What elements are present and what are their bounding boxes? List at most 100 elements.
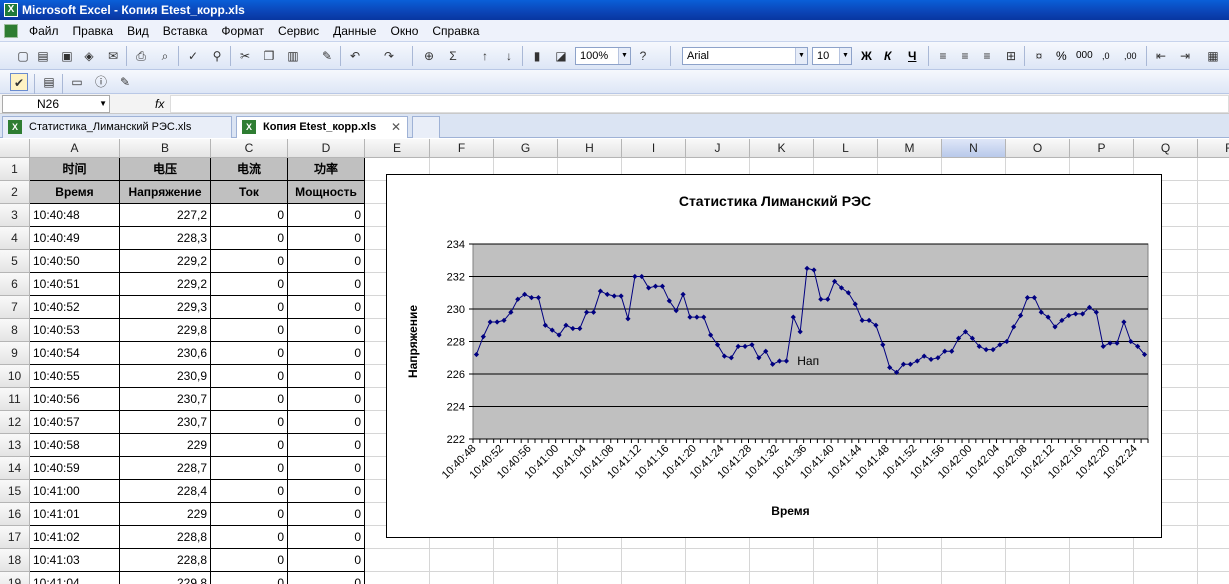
cell-l19[interactable] [814, 572, 878, 584]
row-header-3[interactable]: 3 [0, 204, 30, 227]
cell-a13[interactable]: 10:40:58 [30, 434, 120, 457]
cell-o18[interactable] [1006, 549, 1070, 572]
cell-q19[interactable] [1134, 572, 1198, 584]
align-right-icon[interactable]: ≡ [978, 47, 996, 65]
cell-d5[interactable]: 0 [288, 250, 365, 273]
cell-r7[interactable] [1198, 296, 1229, 319]
sort-ascending-icon[interactable]: ↑ [476, 47, 494, 65]
cell-c3[interactable]: 0 [211, 204, 288, 227]
new-tab-button[interactable] [412, 116, 440, 138]
bold-button[interactable]: Ж [861, 47, 872, 65]
cell-a1[interactable]: 时间 [30, 158, 120, 181]
column-header-n[interactable]: N [942, 139, 1006, 158]
cell-d6[interactable]: 0 [288, 273, 365, 296]
sort-descending-icon[interactable]: ↓ [500, 47, 518, 65]
cell-b13[interactable]: 229 [120, 434, 211, 457]
check-icon[interactable]: ✔ [10, 73, 28, 91]
format-painter-icon[interactable]: ✎ [318, 47, 336, 65]
research-icon[interactable]: ⚲ [208, 47, 226, 65]
cell-b3[interactable]: 227,2 [120, 204, 211, 227]
row-header-15[interactable]: 15 [0, 480, 30, 503]
row-header-9[interactable]: 9 [0, 342, 30, 365]
cell-a11[interactable]: 10:40:56 [30, 388, 120, 411]
column-header-k[interactable]: K [750, 139, 814, 158]
row-header-10[interactable]: 10 [0, 365, 30, 388]
cell-c19[interactable]: 0 [211, 572, 288, 584]
redo-icon[interactable]: ↷ [380, 47, 398, 65]
print-icon[interactable]: ⎙ [132, 47, 150, 65]
row-header-4[interactable]: 4 [0, 227, 30, 250]
help-icon[interactable]: ? [634, 47, 652, 65]
cell-r15[interactable] [1198, 480, 1229, 503]
cell-h18[interactable] [558, 549, 622, 572]
column-header-j[interactable]: J [686, 139, 750, 158]
edit-note-icon[interactable]: ✎ [116, 73, 134, 91]
column-header-l[interactable]: L [814, 139, 878, 158]
cell-b5[interactable]: 229,2 [120, 250, 211, 273]
cell-a3[interactable]: 10:40:48 [30, 204, 120, 227]
menu-tools[interactable]: Сервис [271, 20, 326, 42]
cell-r12[interactable] [1198, 411, 1229, 434]
cell-a10[interactable]: 10:40:55 [30, 365, 120, 388]
cell-a14[interactable]: 10:40:59 [30, 457, 120, 480]
cell-c10[interactable]: 0 [211, 365, 288, 388]
cell-c7[interactable]: 0 [211, 296, 288, 319]
cell-r3[interactable] [1198, 204, 1229, 227]
cell-d16[interactable]: 0 [288, 503, 365, 526]
cell-d3[interactable]: 0 [288, 204, 365, 227]
close-icon[interactable]: ✕ [391, 117, 401, 137]
cell-g18[interactable] [494, 549, 558, 572]
cell-a17[interactable]: 10:41:02 [30, 526, 120, 549]
cell-r17[interactable] [1198, 526, 1229, 549]
percent-button[interactable]: % [1056, 47, 1067, 65]
row-header-19[interactable]: 19 [0, 572, 30, 584]
column-header-d[interactable]: D [288, 139, 365, 158]
cell-p19[interactable] [1070, 572, 1134, 584]
cell-q18[interactable] [1134, 549, 1198, 572]
row-header-14[interactable]: 14 [0, 457, 30, 480]
paste-icon[interactable]: ▥ [284, 47, 302, 65]
save-icon[interactable]: ▣ [58, 47, 76, 65]
cell-b7[interactable]: 229,3 [120, 296, 211, 319]
cell-b16[interactable]: 229 [120, 503, 211, 526]
cell-a9[interactable]: 10:40:54 [30, 342, 120, 365]
new-file-icon[interactable]: ▢ [14, 47, 32, 65]
cell-c17[interactable]: 0 [211, 526, 288, 549]
hyperlink-icon[interactable]: ⊕ [420, 47, 438, 65]
cell-b1[interactable]: 电压 [120, 158, 211, 181]
column-header-r[interactable]: R [1198, 139, 1229, 158]
cell-d4[interactable]: 0 [288, 227, 365, 250]
autosum-button[interactable]: Σ [444, 47, 462, 65]
cell-m19[interactable] [878, 572, 942, 584]
column-header-b[interactable]: B [120, 139, 211, 158]
cell-r18[interactable] [1198, 549, 1229, 572]
column-header-m[interactable]: M [878, 139, 942, 158]
cell-b9[interactable]: 230,6 [120, 342, 211, 365]
cell-b4[interactable]: 228,3 [120, 227, 211, 250]
cell-a4[interactable]: 10:40:49 [30, 227, 120, 250]
cell-d14[interactable]: 0 [288, 457, 365, 480]
select-all-corner[interactable] [0, 139, 30, 158]
print-preview-icon[interactable]: ⌕ [156, 47, 174, 65]
cell-c18[interactable]: 0 [211, 549, 288, 572]
cell-r13[interactable] [1198, 434, 1229, 457]
comment-icon[interactable]: ▭ [68, 73, 86, 91]
column-header-p[interactable]: P [1070, 139, 1134, 158]
cell-n19[interactable] [942, 572, 1006, 584]
info-icon[interactable]: ⓘ [92, 73, 110, 91]
workbook-icon[interactable] [4, 24, 18, 38]
cell-c14[interactable]: 0 [211, 457, 288, 480]
thousands-button[interactable]: 000 [1076, 47, 1093, 65]
cell-b10[interactable]: 230,9 [120, 365, 211, 388]
menu-format[interactable]: Формат [214, 20, 271, 42]
underline-button[interactable]: Ч [908, 47, 916, 65]
menu-insert[interactable]: Вставка [156, 20, 215, 42]
chart-wizard-icon[interactable]: ▮ [528, 47, 546, 65]
row-header-11[interactable]: 11 [0, 388, 30, 411]
cell-f18[interactable] [430, 549, 494, 572]
chevron-down-icon[interactable]: ▼ [99, 96, 107, 112]
cell-r14[interactable] [1198, 457, 1229, 480]
cell-d18[interactable]: 0 [288, 549, 365, 572]
fx-icon[interactable]: fx [155, 95, 164, 113]
cell-b17[interactable]: 228,8 [120, 526, 211, 549]
